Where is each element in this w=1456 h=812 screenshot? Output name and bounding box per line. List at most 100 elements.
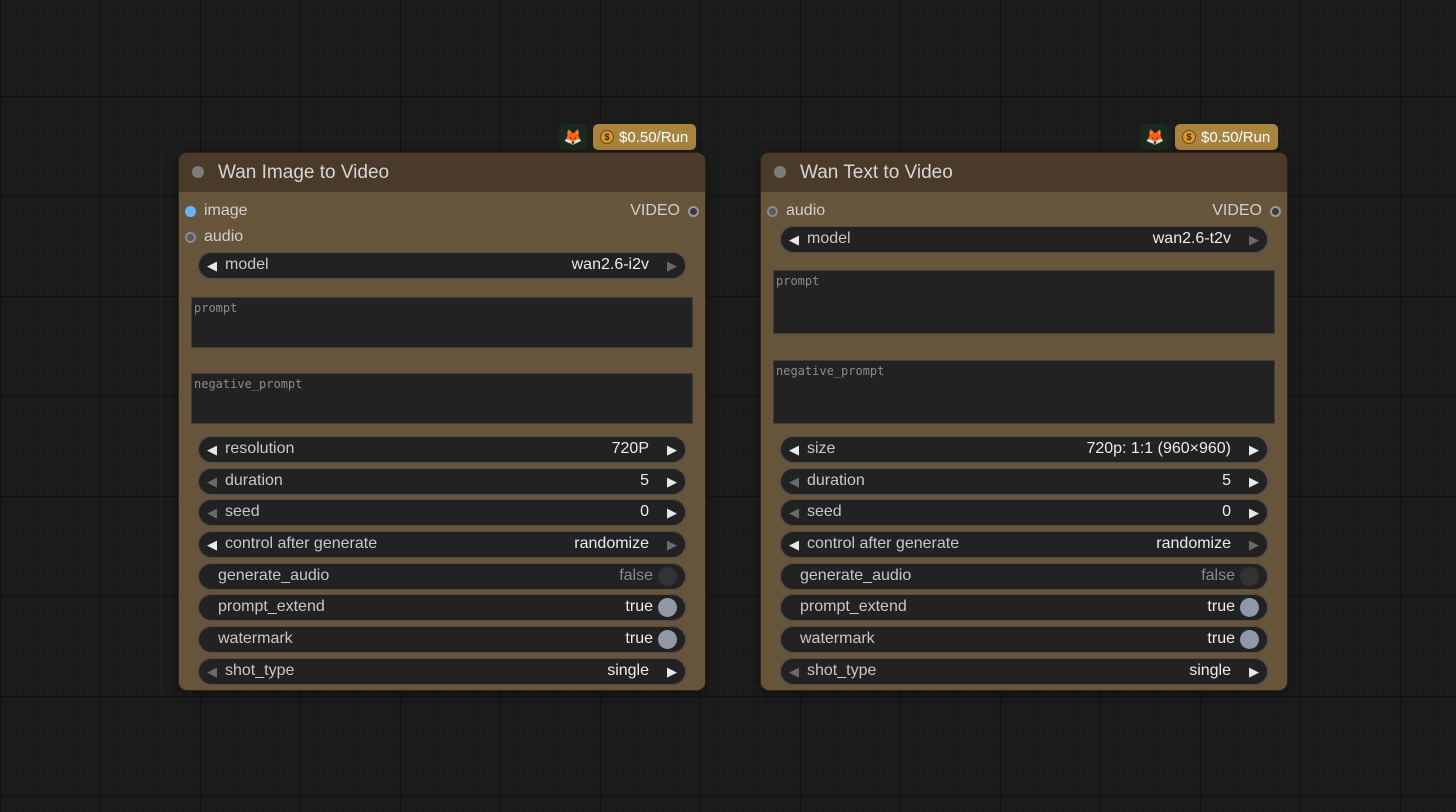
widget-value: 0 (1222, 503, 1231, 520)
node-wan-text-to-video[interactable]: Wan Text to Video audio VIDEO ◀ model wa… (761, 153, 1287, 690)
widget-label: control after generate (225, 535, 378, 552)
model-combo[interactable]: ◀ model wan2.6-t2v ▶ (780, 226, 1268, 253)
prompt-extend-toggle[interactable]: prompt_extend true (198, 594, 686, 621)
widget-value: single (1189, 662, 1231, 679)
control-after-generate-combo[interactable]: ◀ control after generate randomize ▶ (198, 531, 686, 558)
widget-label: duration (225, 472, 283, 489)
widget-value: randomize (574, 535, 649, 552)
arrow-right-icon[interactable]: ▶ (661, 436, 683, 463)
widget-value: true (625, 630, 653, 647)
widget-label: generate_audio (800, 567, 912, 584)
watermark-toggle[interactable]: watermark true (198, 626, 686, 653)
toggle-knob[interactable] (658, 630, 677, 649)
audio-socket-icon[interactable] (185, 231, 196, 243)
arrow-left-icon[interactable]: ◀ (783, 468, 805, 495)
duration-combo[interactable]: ◀ duration 5 ▶ (780, 468, 1268, 495)
arrow-left-icon[interactable]: ◀ (783, 436, 805, 463)
price-badge: $ $0.50/Run (593, 124, 697, 150)
node-badges: 🦊 $ $0.50/Run (1141, 124, 1279, 150)
collapse-dot-icon[interactable] (192, 166, 204, 178)
shot-type-combo[interactable]: ◀ shot_type single ▶ (780, 658, 1268, 685)
widget-label: generate_audio (218, 567, 330, 584)
size-combo[interactable]: ◀ size 720p: 1:1 (960×960) ▶ (780, 436, 1268, 463)
input-slot-image[interactable]: image (185, 200, 248, 222)
prompt-textarea[interactable]: prompt (773, 270, 1275, 334)
arrow-right-icon[interactable]: ▶ (661, 531, 683, 558)
toggle-knob[interactable] (1240, 567, 1259, 586)
toggle-knob[interactable] (1240, 630, 1259, 649)
arrow-left-icon[interactable]: ◀ (201, 468, 223, 495)
watermark-toggle[interactable]: watermark true (780, 626, 1268, 653)
toggle-knob[interactable] (1240, 598, 1259, 617)
image-socket-icon[interactable] (185, 205, 196, 217)
prompt-textarea[interactable]: prompt (191, 297, 693, 348)
widget-label: resolution (225, 440, 295, 457)
widget-label: watermark (218, 630, 293, 647)
widget-label: size (807, 440, 836, 457)
seed-combo[interactable]: ◀ seed 0 ▶ (198, 499, 686, 526)
arrow-left-icon[interactable]: ◀ (201, 252, 223, 279)
arrow-right-icon[interactable]: ▶ (661, 499, 683, 526)
toggle-knob[interactable] (658, 598, 677, 617)
arrow-right-icon[interactable]: ▶ (661, 252, 683, 279)
output-slot-video[interactable]: VIDEO (1212, 200, 1281, 222)
widget-value: true (625, 598, 653, 615)
arrow-left-icon[interactable]: ◀ (201, 436, 223, 463)
widget-label: prompt_extend (218, 598, 325, 615)
widget-value: single (607, 662, 649, 679)
node-header[interactable]: Wan Text to Video (761, 153, 1287, 192)
widget-value: randomize (1156, 535, 1231, 552)
arrow-right-icon[interactable]: ▶ (1243, 436, 1265, 463)
widget-value: true (1207, 630, 1235, 647)
arrow-right-icon[interactable]: ▶ (1243, 468, 1265, 495)
coin-icon: $ (600, 130, 614, 144)
arrow-left-icon[interactable]: ◀ (783, 658, 805, 685)
duration-combo[interactable]: ◀ duration 5 ▶ (198, 468, 686, 495)
prompt-extend-toggle[interactable]: prompt_extend true (780, 594, 1268, 621)
generate-audio-toggle[interactable]: generate_audio false (780, 563, 1268, 590)
widget-value: 720P (611, 440, 649, 457)
widget-label: seed (225, 503, 260, 520)
arrow-left-icon[interactable]: ◀ (783, 531, 805, 558)
node-wan-image-to-video[interactable]: Wan Image to Video image VIDEO audio ◀ m… (179, 153, 705, 690)
generate-audio-toggle[interactable]: generate_audio false (198, 563, 686, 590)
arrow-right-icon[interactable]: ▶ (1243, 226, 1265, 253)
arrow-left-icon[interactable]: ◀ (201, 499, 223, 526)
arrow-left-icon[interactable]: ◀ (201, 531, 223, 558)
node-title: Wan Image to Video (218, 162, 390, 183)
negative-prompt-textarea[interactable]: negative_prompt (191, 373, 693, 424)
widget-label: shot_type (225, 662, 295, 679)
seed-combo[interactable]: ◀ seed 0 ▶ (780, 499, 1268, 526)
widget-label: control after generate (807, 535, 960, 552)
arrow-left-icon[interactable]: ◀ (783, 226, 805, 253)
widget-value: 5 (640, 472, 649, 489)
arrow-right-icon[interactable]: ▶ (1243, 499, 1265, 526)
resolution-combo[interactable]: ◀ resolution 720P ▶ (198, 436, 686, 463)
control-after-generate-combo[interactable]: ◀ control after generate randomize ▶ (780, 531, 1268, 558)
audio-socket-icon[interactable] (767, 205, 778, 217)
widget-label: seed (807, 503, 842, 520)
shot-type-combo[interactable]: ◀ shot_type single ▶ (198, 658, 686, 685)
arrow-left-icon[interactable]: ◀ (783, 499, 805, 526)
video-socket-icon[interactable] (1270, 205, 1281, 217)
input-slot-audio[interactable]: audio (767, 200, 825, 222)
widget-value: false (619, 567, 653, 584)
model-combo[interactable]: ◀ model wan2.6-i2v ▶ (198, 252, 686, 279)
negative-prompt-textarea[interactable]: negative_prompt (773, 360, 1275, 424)
arrow-right-icon[interactable]: ▶ (1243, 531, 1265, 558)
widget-label: duration (807, 472, 865, 489)
input-slot-audio[interactable]: audio (185, 226, 243, 248)
fox-partner-icon: 🦊 (559, 124, 587, 150)
collapse-dot-icon[interactable] (774, 166, 786, 178)
toggle-knob[interactable] (658, 567, 677, 586)
arrow-right-icon[interactable]: ▶ (1243, 658, 1265, 685)
input-label: audio (204, 228, 244, 245)
node-header[interactable]: Wan Image to Video (179, 153, 705, 192)
arrow-right-icon[interactable]: ▶ (661, 658, 683, 685)
video-socket-icon[interactable] (688, 205, 699, 217)
arrow-left-icon[interactable]: ◀ (201, 658, 223, 685)
widget-value: true (1207, 598, 1235, 615)
widget-label: model (225, 256, 269, 273)
arrow-right-icon[interactable]: ▶ (661, 468, 683, 495)
output-slot-video[interactable]: VIDEO (630, 200, 699, 222)
